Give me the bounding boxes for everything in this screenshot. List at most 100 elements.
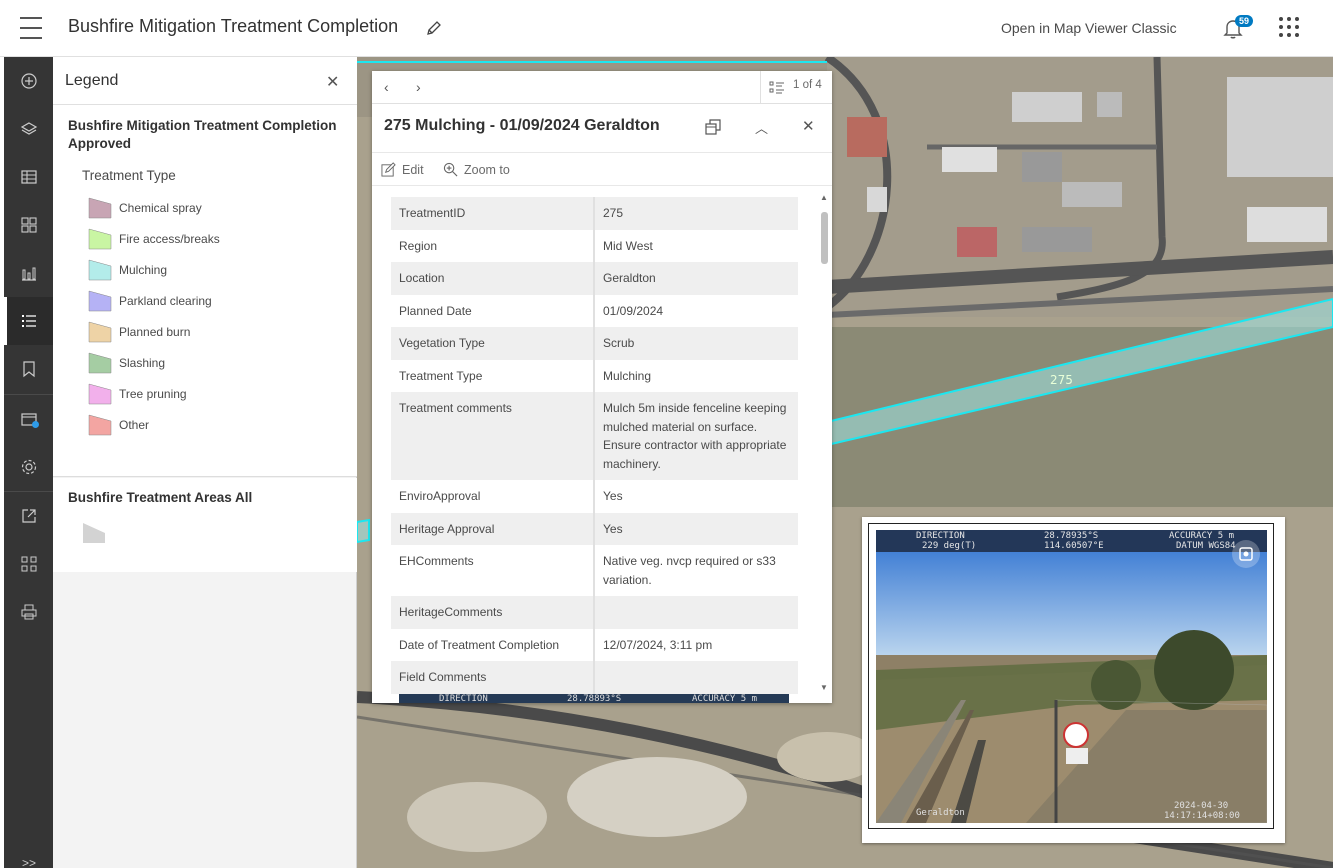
share-icon[interactable] (4, 492, 53, 540)
photo-accuracy: ACCURACY 5 m (1169, 531, 1235, 541)
attribute-field-value: Mulch 5m inside fenceline keeping mulche… (603, 401, 787, 471)
apps-icon[interactable] (4, 540, 53, 588)
open-classic-link[interactable]: Open in Map Viewer Classic (1001, 20, 1177, 36)
settings-icon[interactable] (4, 443, 53, 491)
expand-rail-button[interactable]: >> (22, 856, 36, 868)
attribute-row: Location Geraldton (391, 262, 798, 295)
attribute-field-name: Heritage Approval (391, 512, 595, 545)
site-photo[interactable]: DIRECTION 229 deg(T) 28.78935°S 114.6050… (876, 530, 1267, 823)
photo-place: Geraldton (916, 808, 965, 818)
legend-swatch (88, 197, 112, 219)
previous-feature-icon[interactable]: ‹ (384, 79, 389, 95)
attribute-field-name: Vegetation Type (391, 327, 595, 360)
scroll-down-icon[interactable]: ▼ (820, 683, 828, 692)
map-properties-icon[interactable] (4, 395, 53, 443)
feature-counter: 1 of 4 (793, 79, 822, 91)
attribute-field-name: EnviroApproval (391, 480, 595, 513)
zoom-to-label: Zoom to (464, 162, 510, 177)
legend-item-label: Fire access/breaks (119, 232, 220, 246)
photo-date: 2024-04-30 (1174, 801, 1229, 811)
legend-item: Planned burn (88, 320, 190, 344)
legend-layer-title: Bushfire Mitigation Treatment Completion… (68, 118, 337, 151)
unsaved-indicator-dot (32, 421, 39, 428)
attribute-field-value: Scrub (603, 336, 635, 350)
photo-border: DIRECTION 229 deg(T) 28.78935°S 114.6050… (868, 523, 1274, 829)
popup-nav-bar: ‹ › 1 of 4 (372, 71, 832, 104)
legend-swatch (88, 228, 112, 250)
attribute-table: TreatmentID 275 Region Mid West Location Gera… (391, 197, 798, 694)
legend-item-label: Planned burn (119, 325, 191, 339)
app-launcher-icon[interactable] (1279, 17, 1299, 37)
dock-icon[interactable] (705, 119, 721, 135)
popup-scrollbar[interactable]: ▲ ▼ (819, 193, 830, 693)
fullscreen-icon[interactable] (1232, 540, 1260, 568)
legend-item: Slashing (88, 351, 165, 375)
attribute-row: HeritageComments (391, 596, 798, 629)
bookmark-icon[interactable] (4, 345, 53, 393)
zoom-to-icon (443, 162, 458, 177)
legend-item-label: Other (119, 418, 150, 432)
attribute-field-value: Geraldton (603, 271, 656, 285)
legend-item-label: Tree pruning (119, 387, 187, 401)
attribute-field-name: Planned Date (391, 294, 595, 327)
popup-title: 275 Mulching - 01/09/2024 Geraldton (384, 117, 660, 134)
photo-direction-label: DIRECTION (916, 531, 965, 541)
list-icon (769, 81, 784, 94)
legend-header: Legend ✕ (53, 57, 357, 105)
legend-title: Legend (65, 72, 119, 89)
attribute-row: Date of Treatment Completion 12/07/2024, … (391, 628, 798, 661)
attribute-row: Region Mid West (391, 229, 798, 262)
legend-item: Chemical spray (88, 196, 202, 220)
attribute-row: TreatmentID 275 (391, 197, 798, 230)
legend-item: Mulching (88, 258, 167, 282)
popup-actions: Edit Zoom to (372, 152, 832, 186)
legend-item: Tree pruning (88, 382, 187, 406)
attachment-photo-preview[interactable]: DIRECTION 28.78893°S ACCURACY 5 m (399, 694, 789, 703)
add-layer-icon[interactable] (4, 57, 53, 105)
zoom-to-button[interactable]: Zoom to (443, 162, 510, 177)
scroll-thumb[interactable] (821, 212, 828, 264)
attribute-row: EnviroApproval Yes (391, 480, 798, 513)
print-icon[interactable] (4, 588, 53, 636)
layers-icon[interactable] (4, 105, 53, 153)
close-icon[interactable]: ✕ (802, 117, 815, 135)
attribute-field-value: Mid West (603, 238, 653, 253)
map-title: Bushfire Mitigation Treatment Completion (68, 16, 399, 36)
edit-title-pencil-icon[interactable] (426, 20, 442, 36)
strip-direction: DIRECTION (439, 694, 488, 703)
edit-button[interactable]: Edit (381, 162, 424, 177)
legend-layer-section: Bushfire Mitigation Treatment Completion… (53, 105, 357, 477)
collapse-icon[interactable]: ︿ (755, 118, 768, 137)
legend-swatch (88, 414, 112, 436)
legend-item: Parkland clearing (88, 289, 212, 313)
edit-icon (381, 162, 396, 177)
popup-content: TreatmentID 275 Region Mid West Location Gera… (372, 187, 832, 703)
photo-header-overlay: DIRECTION 229 deg(T) 28.78935°S 114.6050… (876, 530, 1267, 552)
edit-label: Edit (402, 162, 424, 177)
attribute-field-name: Location (391, 262, 595, 295)
menu-icon[interactable] (20, 17, 44, 39)
next-feature-icon[interactable]: › (416, 79, 421, 95)
photo-popup: DIRECTION 229 deg(T) 28.78935°S 114.6050… (862, 517, 1285, 843)
attribute-field-name: Treatment comments (391, 392, 595, 480)
attribute-row: Heritage Approval Yes (391, 512, 798, 545)
legend-item: Fire access/breaks (88, 227, 220, 251)
photo-latitude: 28.78935°S (1044, 531, 1099, 541)
legend-icon[interactable] (4, 297, 53, 345)
table-icon[interactable] (4, 153, 53, 201)
attribute-field-value: Mulching (603, 368, 652, 383)
legend-swatch (88, 321, 112, 343)
attribute-field-name: Region (391, 229, 595, 262)
legend-item-label: Mulching (119, 263, 168, 277)
tool-rail: >> (4, 57, 53, 868)
scroll-up-icon[interactable]: ▲ (820, 193, 828, 202)
attribute-row: Vegetation Type Scrub (391, 327, 798, 360)
legend-layer-title: Bushfire Treatment Areas All (68, 490, 253, 505)
feature-label: 275 (1050, 373, 1073, 387)
close-icon[interactable]: ✕ (326, 72, 339, 92)
feature-popup: ‹ › 1 of 4 275 Mulching - 01/09/2024 Ger… (372, 71, 832, 703)
attribute-field-value: Yes (603, 489, 623, 503)
legend-swatch (88, 290, 112, 312)
charts-icon[interactable] (4, 249, 53, 297)
basemap-icon[interactable] (4, 201, 53, 249)
